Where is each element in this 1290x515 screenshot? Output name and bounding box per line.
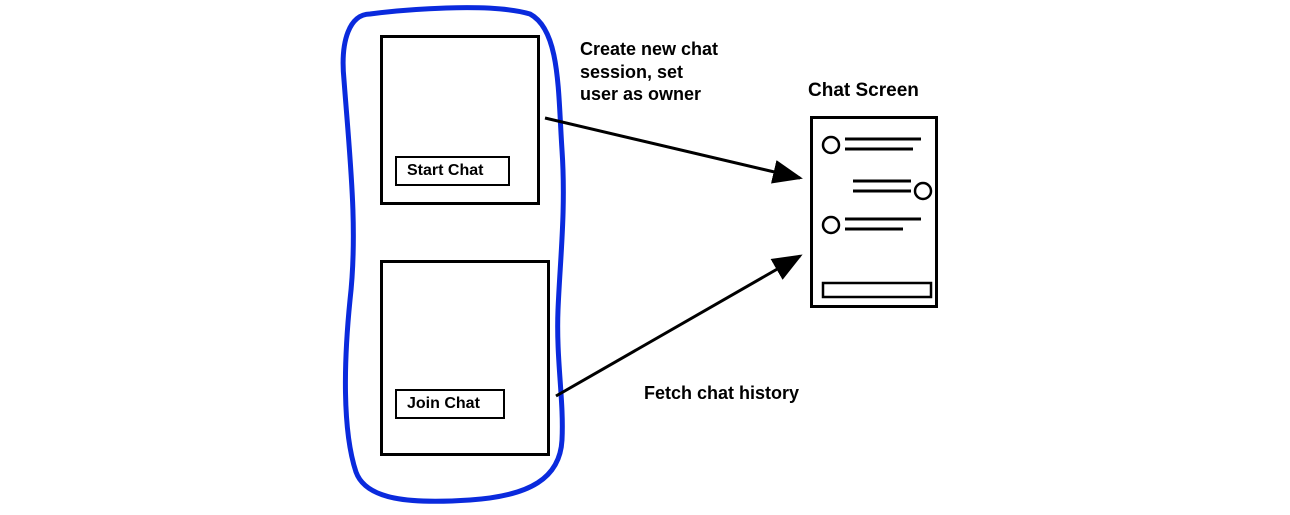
chat-screen-title: Chat Screen — [808, 80, 919, 102]
chat-screen-mock — [810, 116, 938, 308]
join-chat-button-label: Join Chat — [407, 395, 480, 412]
diagram-canvas: { "left": { "start_box": { "button_label… — [0, 0, 1290, 515]
chat-screen-wireframe — [813, 119, 941, 311]
join-chat-button[interactable]: Join Chat — [395, 389, 505, 419]
start-chat-button[interactable]: Start Chat — [395, 156, 510, 186]
annotation-fetch: Fetch chat history — [644, 382, 864, 405]
screen-join-chat: Join Chat — [380, 260, 550, 456]
annotation-create: Create new chat session, set user as own… — [580, 38, 780, 106]
start-chat-button-label: Start Chat — [407, 162, 483, 179]
screen-start-chat: Start Chat — [380, 35, 540, 205]
